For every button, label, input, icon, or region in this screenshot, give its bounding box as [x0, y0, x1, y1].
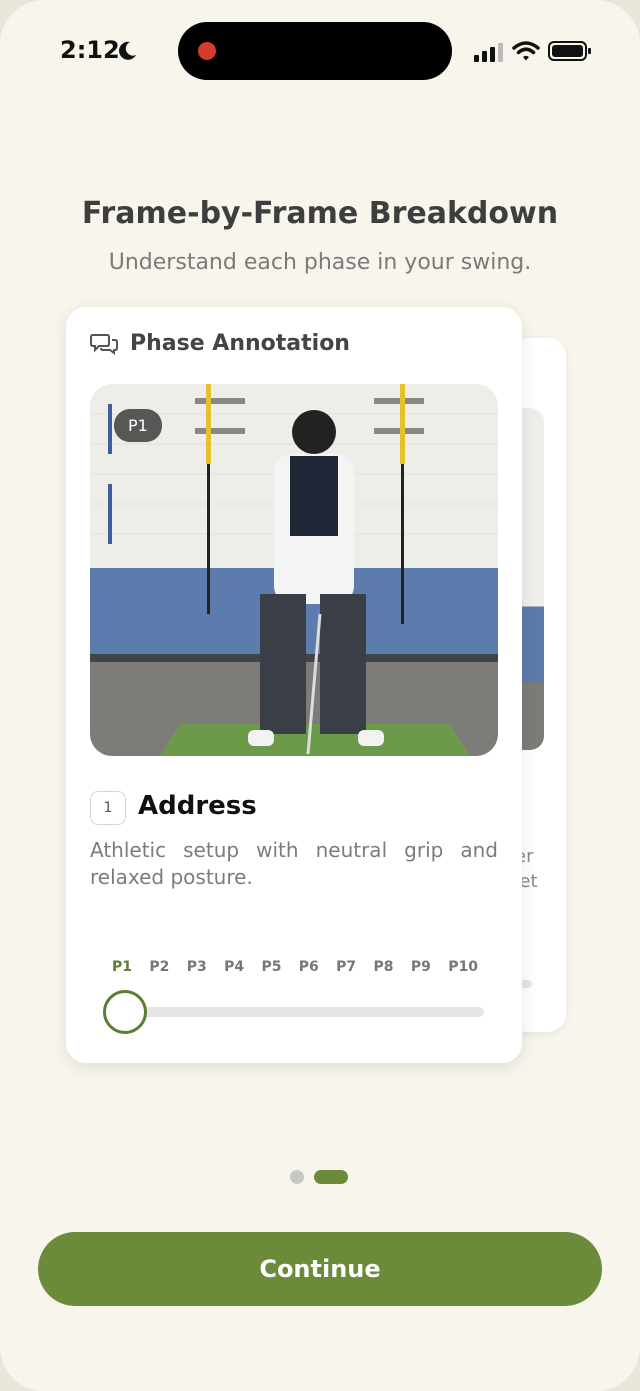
page-dot-active[interactable] — [314, 1170, 348, 1184]
phase-label-p8[interactable]: P8 — [374, 959, 394, 975]
continue-button[interactable]: Continue — [38, 1232, 602, 1306]
screen: 2:12 Frame-by-Frame Breakdown Understand… — [0, 0, 640, 1391]
phase-label-p7[interactable]: P7 — [336, 959, 356, 975]
status-time: 2:12 — [60, 36, 120, 64]
battery-icon — [548, 41, 591, 61]
pagination-dots — [290, 1170, 348, 1184]
recording-indicator-icon — [198, 42, 216, 60]
phase-description: Athletic setup with neutral grip and rel… — [90, 838, 498, 889]
frame-badge: P1 — [114, 409, 162, 442]
step-number: 1 — [90, 791, 126, 825]
phase-card[interactable]: Phase Annotation P1 1 Address Athletic s… — [66, 307, 522, 1063]
dynamic-island — [178, 22, 452, 80]
chat-bubbles-icon — [90, 333, 118, 355]
phase-name: Address — [138, 791, 257, 821]
page-dot[interactable] — [290, 1170, 304, 1184]
phase-label-p1[interactable]: P1 — [112, 959, 132, 975]
card-header: Phase Annotation — [90, 331, 350, 356]
wifi-icon — [512, 41, 540, 61]
page-title: Frame-by-Frame Breakdown — [81, 196, 559, 231]
phase-label-p2[interactable]: P2 — [149, 959, 169, 975]
phase-label-p6[interactable]: P6 — [299, 959, 319, 975]
cellular-signal-icon — [474, 43, 503, 62]
phase-labels: P1 P2 P3 P4 P5 P6 P7 P8 P9 P10 — [112, 959, 478, 975]
phase-label-p4[interactable]: P4 — [224, 959, 244, 975]
phase-label-p9[interactable]: P9 — [411, 959, 431, 975]
phase-label-p10[interactable]: P10 — [448, 959, 478, 975]
phase-slider-thumb[interactable] — [103, 990, 147, 1034]
moon-icon — [119, 41, 136, 60]
phase-label-p5[interactable]: P5 — [261, 959, 281, 975]
page-subtitle: Understand each phase in your swing. — [108, 250, 532, 275]
phase-label-p3[interactable]: P3 — [187, 959, 207, 975]
card-section-label: Phase Annotation — [130, 331, 350, 356]
phase-slider-track[interactable] — [126, 1007, 484, 1017]
